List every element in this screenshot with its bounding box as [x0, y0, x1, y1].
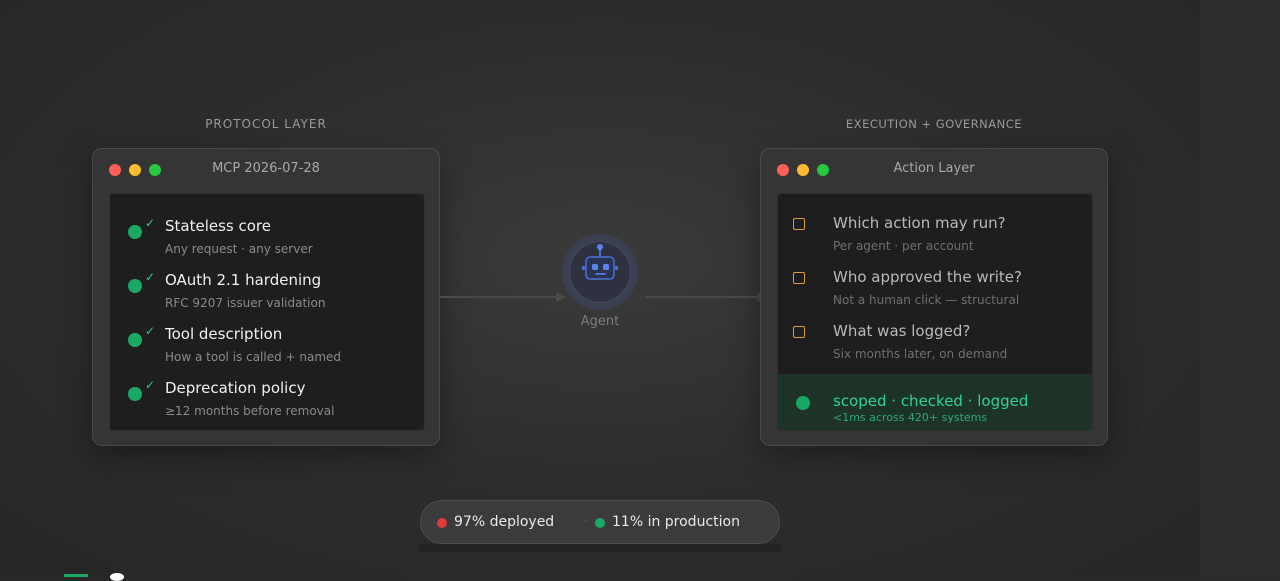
feature-item: ✓ Tool description How a tool is called …: [110, 316, 424, 366]
window-title: Action Layer: [893, 161, 975, 176]
feature-title: OAuth 2.1 hardening: [165, 271, 322, 289]
question-title: What was logged?: [833, 322, 971, 340]
protocol-features-panel: ✓ Stateless core Any request · any serve…: [109, 193, 425, 431]
question-item: Who approved the write? Not a human clic…: [778, 262, 1092, 312]
feature-subtitle: Any request · any server: [165, 242, 313, 256]
pill-separator: ·: [584, 514, 588, 528]
protocol-layer-label: PROTOCOL LAYER: [205, 117, 327, 131]
checkbox-icon: [793, 218, 805, 230]
feature-item: ✓ OAuth 2.1 hardening RFC 9207 issuer va…: [110, 262, 424, 312]
checkmark-icon: ✓: [145, 216, 156, 230]
deployed-status-dot: [437, 518, 447, 528]
feature-title: Stateless core: [165, 217, 271, 235]
question-subtitle: Six months later, on demand: [833, 347, 1008, 361]
status-dot: [128, 333, 142, 347]
avatar[interactable]: [110, 573, 124, 581]
deployed-stat: 97% deployed: [454, 514, 555, 530]
action-layer-window: Action Layer Which action may run? Per a…: [760, 148, 1108, 446]
question-subtitle: Per agent · per account: [833, 239, 974, 253]
status-pill: 97% deployed · 11% in production: [420, 500, 780, 544]
production-status-dot: [595, 518, 605, 528]
question-item: Which action may run? Per agent · per ac…: [778, 208, 1092, 258]
question-item: What was logged? Six months later, on de…: [778, 316, 1092, 366]
checkmark-icon: ✓: [145, 324, 156, 338]
feature-subtitle: How a tool is called + named: [165, 350, 342, 364]
status-dot: [128, 225, 142, 239]
window-title: MCP 2026-07-28: [212, 161, 320, 176]
question-title: Which action may run?: [833, 214, 1006, 232]
feature-subtitle: RFC 9207 issuer validation: [165, 296, 326, 310]
agent-node-inner: [569, 241, 631, 303]
question-subtitle: Not a human click — structural: [833, 293, 1020, 307]
execution-governance-label: EXECUTION + GOVERNANCE: [845, 117, 1023, 131]
side-strip: [1200, 0, 1280, 577]
status-dot: [128, 279, 142, 293]
question-title: Who approved the write?: [833, 268, 1022, 286]
agent-node: [562, 234, 638, 310]
arrow-right-icon: [556, 292, 566, 302]
agent-label: Agent: [580, 314, 620, 329]
feature-item: ✓ Stateless core Any request · any serve…: [110, 208, 424, 258]
connector-line-left: [440, 296, 558, 298]
feature-subtitle: ≥12 months before removal: [165, 404, 335, 418]
checkbox-icon: [793, 326, 805, 338]
feature-title: Deprecation policy: [165, 379, 306, 397]
checkmark-icon: ✓: [145, 378, 156, 392]
protocol-window: MCP 2026-07-28 ✓ Stateless core Any requ…: [92, 148, 440, 446]
status-dot: [796, 396, 810, 410]
connector-line-right: [645, 296, 759, 298]
window-titlebar: MCP 2026-07-28: [93, 149, 439, 189]
status-dot: [128, 387, 142, 401]
governance-questions-panel: Which action may run? Per agent · per ac…: [777, 193, 1093, 431]
feature-title: Tool description: [165, 325, 283, 343]
production-stat: 11% in production: [612, 514, 740, 530]
result-subtitle: <1ms across 420+ systems: [833, 411, 988, 424]
feature-item: ✓ Deprecation policy ≥12 months before r…: [110, 370, 424, 420]
checkmark-icon: ✓: [145, 270, 156, 284]
window-titlebar: Action Layer: [761, 149, 1107, 189]
robot-icon: [582, 244, 618, 280]
result-title: scoped · checked · logged: [833, 392, 1029, 410]
pill-shadow: [418, 544, 782, 552]
result-row: scoped · checked · logged <1ms across 42…: [778, 374, 1092, 430]
checkbox-icon: [793, 272, 805, 284]
